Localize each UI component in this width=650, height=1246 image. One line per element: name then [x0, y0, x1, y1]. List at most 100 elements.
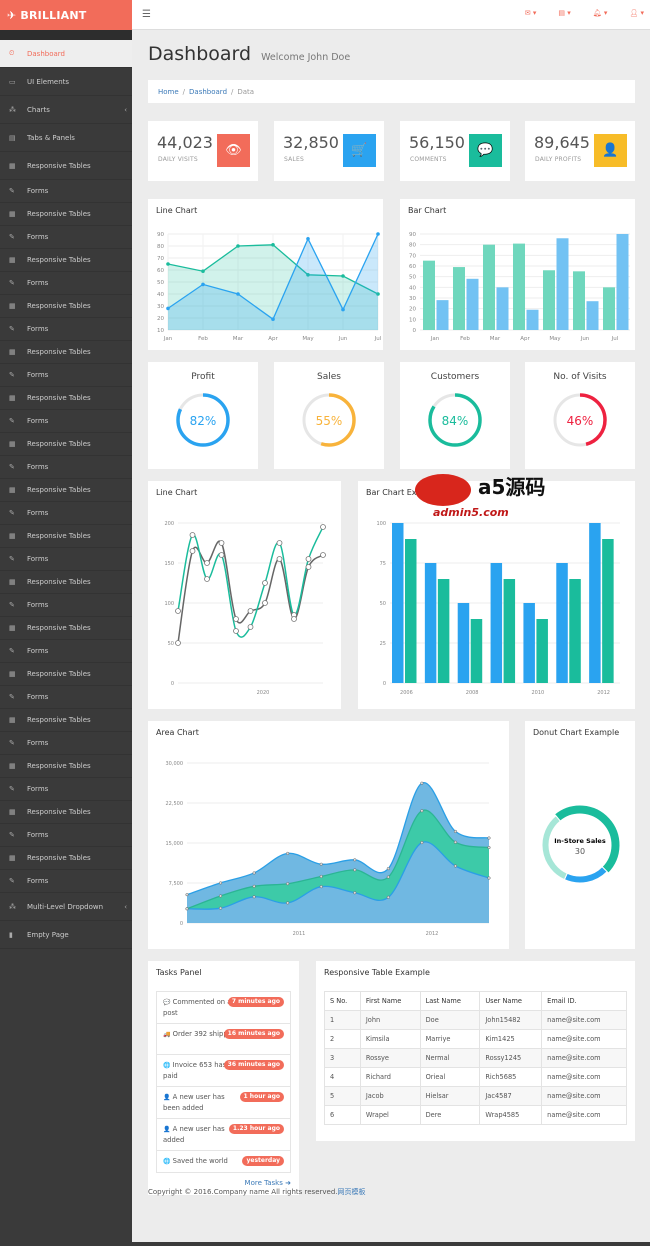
sidebar-item[interactable]: ⏲ Dashboard [0, 40, 132, 68]
table-icon: ▦ [9, 161, 16, 170]
task-item[interactable]: 👤 A new user has been added 1 hour ago [157, 1087, 290, 1119]
table-cell: 5 [324, 1086, 361, 1106]
task-text: Invoice 653 has paid [163, 1061, 227, 1080]
bar [589, 523, 601, 683]
brand-logo[interactable]: ✈ BRILLIANT [0, 0, 132, 30]
y-tick-label: 30 [409, 296, 416, 302]
sidebar-item[interactable]: ✎ Forms [0, 640, 132, 663]
tasks-icon[interactable]: ▤ ▾ [558, 9, 570, 17]
sidebar-item[interactable]: ✎ Forms [0, 180, 132, 203]
sidebar-item[interactable]: ▦ Responsive Tables [0, 387, 132, 410]
data-point [233, 628, 239, 634]
column-header: Email ID. [541, 991, 627, 1011]
more-tasks-link[interactable]: More Tasks ➜ [245, 1179, 291, 1187]
bar [423, 260, 435, 330]
y-tick-label: 50 [409, 275, 416, 281]
sidebar-item[interactable]: ⁂ Multi-Level Dropdown ‹ [0, 893, 132, 921]
task-item[interactable]: 🚚 Order 392 shipped 16 minutes ago [157, 1024, 290, 1055]
y-tick-label: 30,000 [166, 761, 184, 767]
sidebar-item[interactable]: ▦ Responsive Tables [0, 755, 132, 778]
bar [405, 539, 417, 683]
bar [556, 238, 569, 330]
sidebar-item[interactable]: ▦ Responsive Tables [0, 203, 132, 226]
table-icon: ▦ [9, 532, 16, 540]
tasks-panel-title: Tasks Panel [156, 968, 202, 977]
sidebar-item[interactable]: ⁂ Charts ‹ [0, 96, 132, 124]
y-tick-label: 75 [380, 561, 386, 567]
sidebar-item[interactable]: ▦ Responsive Tables [0, 249, 132, 272]
sidebar-item[interactable]: ✎ Forms [0, 732, 132, 755]
task-item[interactable]: 💬 Commented on a post 7 minutes ago [157, 992, 290, 1024]
sidebar-item[interactable]: ▦ Responsive Tables [0, 295, 132, 318]
table-icon: ▦ [9, 302, 16, 310]
column-header: User Name [479, 991, 543, 1011]
sidebar-item[interactable]: ▦ Responsive Tables [0, 663, 132, 686]
user-icon[interactable]: 👤︎ ▾ [629, 9, 644, 17]
data-point [233, 616, 239, 622]
data-point [204, 576, 210, 582]
sidebar-item[interactable]: ✎ Forms [0, 870, 132, 893]
sidebar-item[interactable]: ✎ Forms [0, 502, 132, 525]
sidebar-item[interactable]: ✎ Forms [0, 824, 132, 847]
sidebar-item[interactable]: ▦ Responsive Tables [0, 479, 132, 502]
watermark: a5源码 admin5.com [408, 462, 548, 526]
task-item[interactable]: 🌐 Invoice 653 has paid 36 minutes ago [157, 1055, 290, 1087]
user-icon: 👤 [163, 1126, 171, 1133]
sidebar-item[interactable]: ✎ Forms [0, 226, 132, 249]
envelope-icon[interactable]: ✉ ▾ [525, 9, 537, 17]
sidebar-item[interactable]: ▦ Responsive Tables [0, 571, 132, 594]
sidebar-item[interactable]: ▤ Tabs & Panels [0, 124, 132, 152]
data-point [420, 781, 424, 785]
sidebar-item[interactable]: ✎ Forms [0, 686, 132, 709]
sidebar-item[interactable]: ✎ Forms [0, 272, 132, 295]
line-chart-2-card: Line Chart 0 50 100 150 200 2020 [148, 481, 341, 709]
gauge-card: Sales 55% [274, 362, 384, 469]
data-point [320, 524, 326, 530]
task-item[interactable]: 🌐 Saved the world yesterday [157, 1151, 290, 1172]
column-header: First Name [359, 991, 421, 1011]
sidebar-item[interactable]: ✎ Forms [0, 364, 132, 387]
data-point [189, 532, 196, 538]
edit-icon: ✎ [9, 785, 15, 793]
line-chart: 10 20 30 40 50 60 70 80 90 Jan Feb Mar Apr May Jun Jul [157, 232, 382, 342]
donut-chart: In-Store Sales 30 [541, 804, 621, 884]
sidebar-item[interactable]: ✎ Forms [0, 594, 132, 617]
x-tick-label: Jun [338, 336, 348, 342]
user-icon: 👤 [594, 134, 627, 167]
sidebar-item[interactable]: ▦ Responsive Tables [0, 433, 132, 456]
sidebar-item[interactable]: ▦ Responsive Tables [0, 801, 132, 824]
gauge-ring: 84% [428, 393, 482, 447]
sidebar-item[interactable]: ▦ Responsive Tables [0, 709, 132, 732]
arrow-circle-right-icon: ➜ [285, 1179, 291, 1187]
table-cell: Jac4587 [479, 1086, 543, 1106]
sidebar-item[interactable]: ▮ Empty Page [0, 921, 132, 949]
sidebar-item[interactable]: ✎ Forms [0, 778, 132, 801]
sidebar-item[interactable]: ▦ Responsive Tables [0, 617, 132, 640]
sidebar-item[interactable]: ✎ Forms [0, 318, 132, 341]
cart-icon: 🛒 [343, 134, 376, 167]
x-tick-label: Mar [233, 336, 244, 342]
sidebar-item-label: Forms [27, 417, 49, 425]
top-navbar: ☰ ✉ ▾ ▤ ▾ 🔔︎ ▾ 👤︎ ▾ [132, 0, 650, 30]
sidebar-item[interactable]: ▦ Responsive Tables [0, 525, 132, 548]
area-chart: 0 7,500 15,000 22,500 30,000 2011 2012 [166, 761, 491, 937]
footer-link[interactable]: 网页模板 [338, 1188, 366, 1196]
breadcrumb-dashboard[interactable]: Dashboard [189, 88, 227, 96]
task-item[interactable]: 👤 A new user has added 1.23 hour ago [157, 1119, 290, 1151]
sidebar-item[interactable]: ✎ Forms [0, 548, 132, 571]
sidebar-item[interactable]: ✎ Forms [0, 456, 132, 479]
data-point [252, 895, 256, 899]
sidebar-nav: ⏲ Dashboard ▭ UI Elements ⁂ Charts ‹ ▤ Tabs & Pa… [0, 40, 132, 949]
sidebar-item[interactable]: ▭ UI Elements [0, 68, 132, 96]
sidebar-item[interactable]: ✎ Forms [0, 410, 132, 433]
sidebar-item[interactable]: ▦ Responsive Tables [0, 847, 132, 870]
sidebar-item[interactable]: ▦ Responsive Tables [0, 152, 132, 180]
bell-icon[interactable]: 🔔︎ ▾ [593, 9, 608, 17]
sidebar-item[interactable]: ▦ Responsive Tables [0, 341, 132, 364]
watermark-url: admin5.com [433, 506, 509, 519]
hamburger-menu-icon[interactable]: ☰ [142, 9, 151, 20]
column-header: Last Name [419, 991, 481, 1011]
breadcrumb-home[interactable]: Home [158, 88, 179, 96]
sidebar-item-label: Forms [27, 555, 49, 563]
page-subtitle: Welcome John Doe [261, 52, 351, 63]
